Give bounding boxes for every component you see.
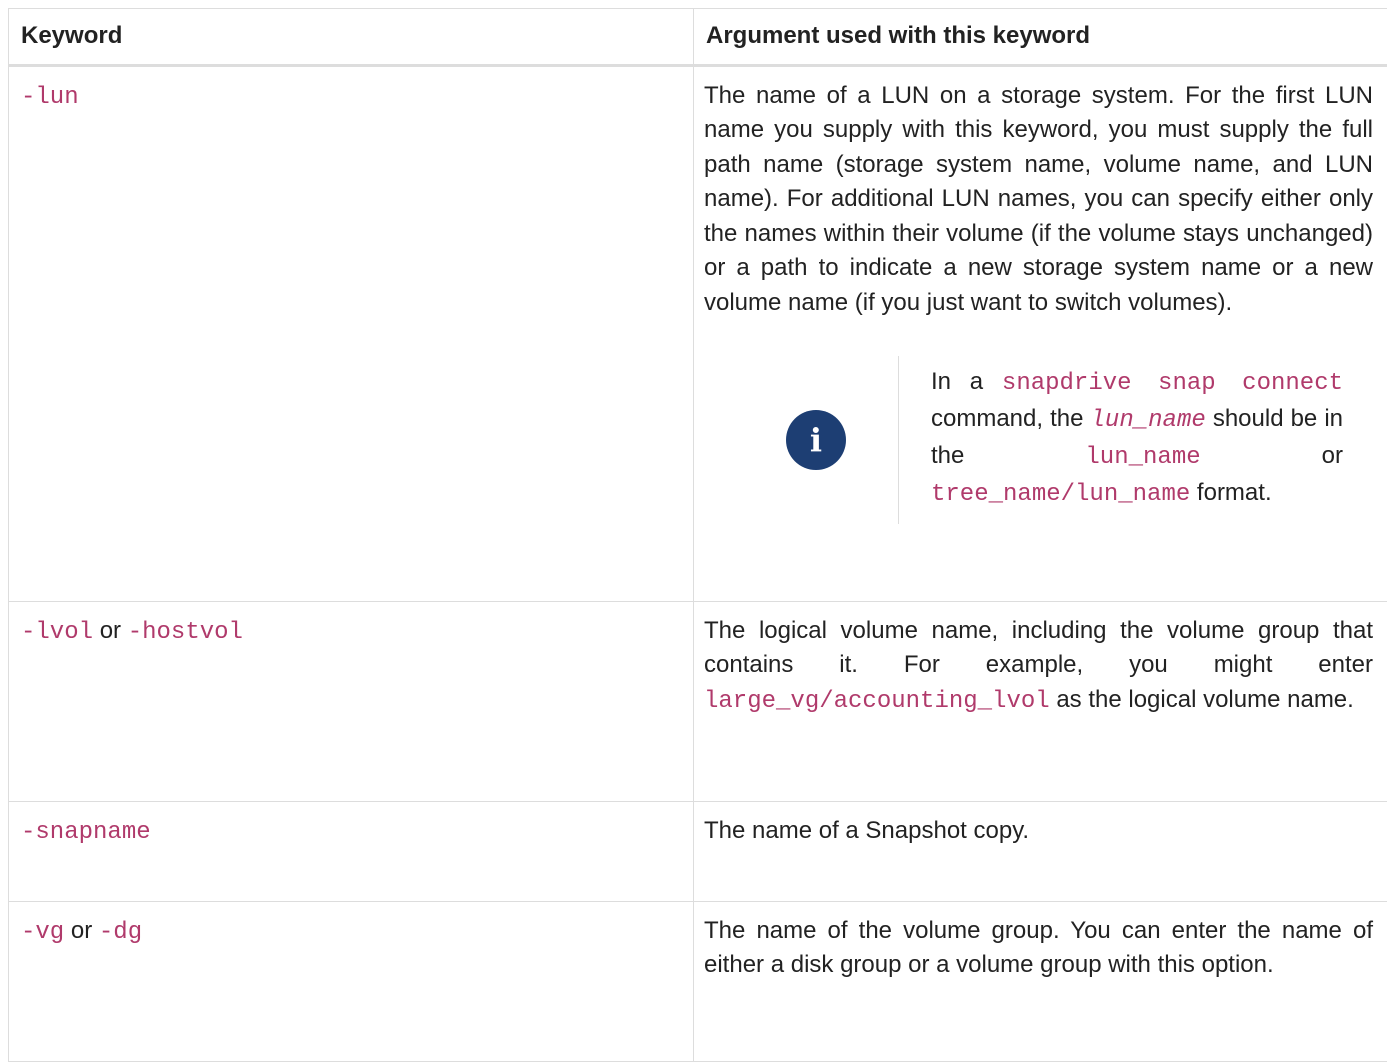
table-row: -lun The name of a LUN on a storage syst…	[9, 65, 1387, 601]
keyword-table: Keyword Argument used with this keyword …	[8, 8, 1387, 1062]
argument-cell: The name of a Snapshot copy.	[694, 801, 1387, 901]
note-text-part: or	[1322, 442, 1343, 469]
argument-description: The name of the volume group. You can en…	[704, 917, 1373, 979]
header-argument: Argument used with this keyword	[694, 9, 1387, 66]
info-icon: i	[786, 410, 846, 470]
note-text: In a snapdrive snap connect command, the…	[899, 364, 1373, 524]
keyword-separator: or	[71, 917, 92, 944]
argument-description: The name of a Snapshot copy.	[704, 817, 1029, 844]
note-block: i In a snapdrive snap connect command, t…	[704, 356, 1373, 524]
note-text-part: command, the	[931, 405, 1083, 432]
note-text-part: In a	[931, 368, 983, 395]
argument-code: large_vg/accounting_lvol	[704, 688, 1050, 715]
header-keyword: Keyword	[9, 9, 694, 66]
keyword-code: -snapname	[21, 819, 151, 846]
keyword-cell: -vg or -dg	[9, 901, 694, 1061]
table-row: -lvol or -hostvol The logical volume nam…	[9, 601, 1387, 801]
argument-cell: The name of the volume group. You can en…	[694, 901, 1387, 1061]
argument-description: The logical volume name, including the v…	[704, 617, 1373, 679]
argument-description: The name of a LUN on a storage system. F…	[704, 79, 1373, 321]
keyword-code: -hostvol	[128, 619, 243, 646]
argument-description: as the logical volume name.	[1056, 686, 1354, 713]
keyword-code: -lvol	[21, 619, 93, 646]
note-code-emphasis: lun_name	[1091, 407, 1206, 434]
keyword-cell: -lun	[9, 65, 694, 601]
table-row: -snapname The name of a Snapshot copy.	[9, 801, 1387, 901]
note-text-part: format.	[1197, 479, 1272, 506]
table-row: -vg or -dg The name of the volume group.…	[9, 901, 1387, 1061]
keyword-code: -vg	[21, 919, 64, 946]
keyword-cell: -lvol or -hostvol	[9, 601, 694, 801]
table-header-row: Keyword Argument used with this keyword	[9, 9, 1387, 66]
note-code: snapdrive snap connect	[1002, 370, 1343, 397]
argument-cell: The name of a LUN on a storage system. F…	[694, 65, 1387, 601]
note-code: tree_name/lun_name	[931, 481, 1190, 508]
note-icon-cell: i	[704, 356, 899, 524]
note-code: lun_name	[1085, 444, 1200, 471]
argument-cell: The logical volume name, including the v…	[694, 601, 1387, 801]
keyword-cell: -snapname	[9, 801, 694, 901]
keyword-code: -lun	[21, 84, 79, 111]
keyword-separator: or	[100, 617, 121, 644]
keyword-code: -dg	[99, 919, 142, 946]
